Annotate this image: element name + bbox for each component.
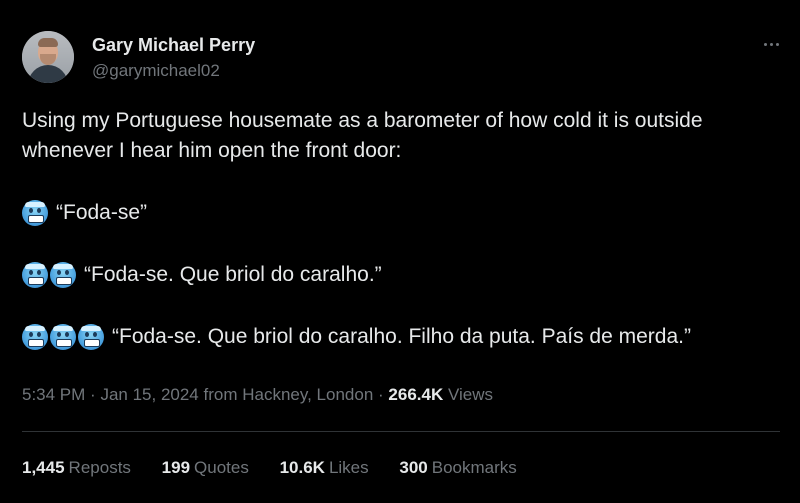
more-options-icon[interactable] <box>760 39 782 49</box>
reposts-stat[interactable]: 1,445 Reposts <box>22 456 131 480</box>
divider <box>22 431 780 432</box>
cold-face-emoji-icon <box>22 262 48 288</box>
tweet-quote: “Foda-se. Que briol do caralho.” <box>84 263 382 286</box>
cold-face-emoji-icon <box>22 200 48 226</box>
meta-separator: · <box>90 385 96 404</box>
tweet-quote: “Foda-se. Que briol do caralho. Filho da… <box>112 325 691 348</box>
bookmarks-label: Bookmarks <box>431 458 517 477</box>
tweet-text: Using my Portuguese housemate as a barom… <box>22 106 792 352</box>
tweet-meta: 5:34 PM · Jan 15, 2024 from Hackney, Lon… <box>22 383 493 407</box>
quotes-count: 199 <box>161 458 191 477</box>
author-handle[interactable]: @garymichael02 <box>92 59 255 83</box>
tweet-quote-line: “Foda-se. Que briol do caralho. Filho da… <box>22 322 792 352</box>
tweet-quote-line: “Foda-se. Que briol do caralho.” <box>22 260 792 290</box>
cold-face-emoji-icon <box>50 262 76 288</box>
author-names: Gary Michael Perry @garymichael02 <box>92 33 255 83</box>
views-label: Views <box>447 385 494 404</box>
quotes-stat[interactable]: 199 Quotes <box>162 456 249 480</box>
tweet-header: Gary Michael Perry @garymichael02 <box>22 31 782 85</box>
cold-face-emoji-icon <box>50 324 76 350</box>
tweet-location: from Hackney, London <box>203 385 374 404</box>
reposts-count: 1,445 <box>22 458 65 477</box>
likes-label: Likes <box>328 458 369 477</box>
reposts-label: Reposts <box>68 458 131 477</box>
cold-face-emoji-icon <box>78 324 104 350</box>
tweet-card: Gary Michael Perry @garymichael02 Using … <box>0 0 800 503</box>
quotes-label: Quotes <box>194 458 249 477</box>
tweet-date[interactable]: Jan 15, 2024 <box>100 385 198 404</box>
tweet-time[interactable]: 5:34 PM <box>22 385 85 404</box>
tweet-quote: “Foda-se” <box>56 201 148 224</box>
tweet-text-line: whenever I hear him open the front door: <box>22 139 402 162</box>
meta-separator: · <box>378 385 384 404</box>
bookmarks-count: 300 <box>399 458 428 477</box>
engagement-stats: 1,445 Reposts 199 Quotes 10.6K Likes 300 Boo… <box>22 456 543 480</box>
tweet-quote-line: “Foda-se” <box>22 198 792 228</box>
bookmarks-stat[interactable]: 300 Bookmarks <box>399 456 516 480</box>
tweet-text-line: Using my Portuguese housemate as a barom… <box>22 109 703 132</box>
views-count[interactable]: 266.4K <box>388 385 443 404</box>
likes-stat[interactable]: 10.6K Likes <box>280 456 369 480</box>
cold-face-emoji-icon <box>22 324 48 350</box>
avatar[interactable] <box>22 31 74 83</box>
likes-count: 10.6K <box>279 458 325 477</box>
author-display-name[interactable]: Gary Michael Perry <box>92 33 255 57</box>
